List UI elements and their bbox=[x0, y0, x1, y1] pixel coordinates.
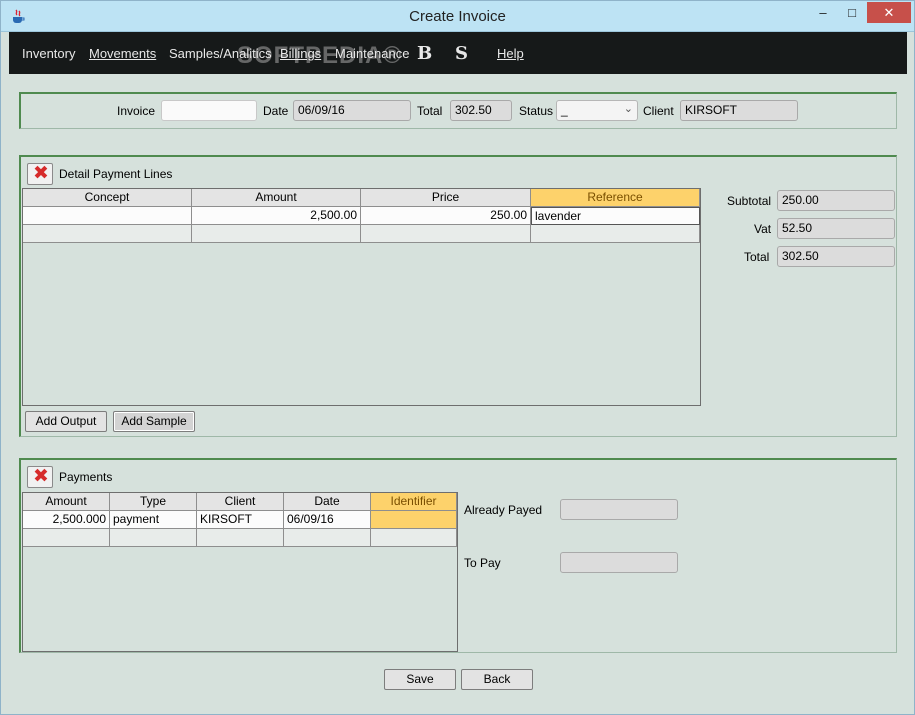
title-bar[interactable]: Create Invoice – □ ✕ bbox=[1, 1, 914, 32]
date-field[interactable]: 06/09/16 bbox=[293, 100, 411, 121]
s-icon[interactable]: S bbox=[455, 43, 468, 64]
vat-label: Vat bbox=[754, 222, 772, 236]
detail-payment-lines-panel: ✖ Detail Payment Lines Concept Amount Pr… bbox=[19, 155, 897, 437]
b-icon[interactable]: B bbox=[417, 43, 432, 64]
add-sample-button[interactable]: Add Sample bbox=[113, 411, 195, 432]
payments-panel-title: Payments bbox=[59, 470, 113, 484]
menu-bar: SOFTPEDIA® Inventory Movements Samples/A… bbox=[9, 32, 907, 74]
status-label: Status bbox=[519, 104, 554, 118]
invoice-input[interactable] bbox=[161, 100, 257, 121]
vat-field[interactable]: 52.50 bbox=[777, 218, 895, 239]
client-field[interactable]: KIRSOFT bbox=[680, 100, 798, 121]
detail-lines-table[interactable]: Concept Amount Price Reference 2,500.00 … bbox=[22, 188, 701, 406]
table-cell[interactable]: 2,500.000 bbox=[23, 511, 110, 529]
payments-panel: ✖ Payments Amount Type Client Date Ident… bbox=[19, 458, 897, 653]
table-cell[interactable]: 06/09/16 bbox=[284, 511, 371, 529]
col-client[interactable]: Client bbox=[197, 493, 284, 511]
table-cell[interactable] bbox=[371, 511, 457, 529]
close-button[interactable]: ✕ bbox=[867, 2, 911, 23]
menu-maintenance[interactable]: Maintenance bbox=[335, 46, 409, 61]
invoice-label: Invoice bbox=[117, 104, 156, 118]
col-price[interactable]: Price bbox=[361, 189, 531, 207]
delete-line-button[interactable]: ✖ bbox=[27, 163, 53, 185]
table-cell[interactable]: 250.00 bbox=[361, 207, 531, 225]
delete-x-icon: ✖ bbox=[33, 466, 49, 487]
total-field[interactable]: 302.50 bbox=[450, 100, 512, 121]
table-cell[interactable] bbox=[110, 529, 197, 547]
menu-inventory[interactable]: Inventory bbox=[22, 46, 75, 61]
table-cell[interactable]: payment bbox=[110, 511, 197, 529]
to-pay-label: To Pay bbox=[464, 556, 501, 570]
col-amount[interactable]: Amount bbox=[192, 189, 361, 207]
menu-help[interactable]: Help bbox=[497, 46, 524, 61]
table-cell[interactable] bbox=[23, 529, 110, 547]
chevron-down-icon: ⌄ bbox=[623, 103, 633, 115]
save-button[interactable]: Save bbox=[384, 669, 456, 690]
date-label: Date bbox=[263, 104, 289, 118]
invoice-header-panel: Invoice Date 06/09/16 Total 302.50 Statu… bbox=[19, 92, 897, 129]
table-cell[interactable]: KIRSOFT bbox=[197, 511, 284, 529]
col-concept[interactable]: Concept bbox=[23, 189, 192, 207]
col-identifier[interactable]: Identifier bbox=[371, 493, 457, 511]
detail-total-label: Total bbox=[744, 250, 770, 264]
payments-table[interactable]: Amount Type Client Date Identifier 2,500… bbox=[22, 492, 458, 652]
window-title: Create Invoice bbox=[409, 8, 506, 25]
reference-cell-editing[interactable]: lavender bbox=[531, 207, 700, 225]
already-payed-field[interactable] bbox=[560, 499, 678, 520]
table-cell[interactable] bbox=[371, 529, 457, 547]
table-cell[interactable] bbox=[361, 225, 531, 243]
detail-panel-title: Detail Payment Lines bbox=[59, 167, 173, 181]
table-cell[interactable]: 2,500.00 bbox=[192, 207, 361, 225]
table-cell[interactable] bbox=[23, 207, 192, 225]
menu-billings[interactable]: Billings bbox=[280, 46, 321, 61]
table-cell[interactable] bbox=[531, 225, 700, 243]
status-value: _ bbox=[561, 103, 568, 117]
menu-movements[interactable]: Movements bbox=[89, 46, 156, 61]
status-select[interactable]: _ ⌄ bbox=[556, 100, 638, 121]
maximize-button[interactable]: □ bbox=[839, 2, 865, 23]
col-amount[interactable]: Amount bbox=[23, 493, 110, 511]
table-cell[interactable] bbox=[192, 225, 361, 243]
detail-total-field[interactable]: 302.50 bbox=[777, 246, 895, 267]
add-output-button[interactable]: Add Output bbox=[25, 411, 107, 432]
table-cell[interactable] bbox=[23, 225, 192, 243]
delete-x-icon: ✖ bbox=[33, 163, 49, 184]
col-reference[interactable]: Reference bbox=[531, 189, 700, 207]
total-label: Total bbox=[417, 104, 443, 118]
already-payed-label: Already Payed bbox=[464, 503, 543, 517]
create-invoice-window: Create Invoice – □ ✕ SOFTPEDIA® Inventor… bbox=[0, 0, 915, 715]
table-cell[interactable] bbox=[197, 529, 284, 547]
col-date[interactable]: Date bbox=[284, 493, 371, 511]
menu-samples-analitics[interactable]: Samples/Analitics bbox=[169, 46, 272, 61]
to-pay-field[interactable] bbox=[560, 552, 678, 573]
col-type[interactable]: Type bbox=[110, 493, 197, 511]
table-cell[interactable] bbox=[284, 529, 371, 547]
subtotal-label: Subtotal bbox=[727, 194, 772, 208]
client-label: Client bbox=[643, 104, 674, 118]
delete-payment-button[interactable]: ✖ bbox=[27, 466, 53, 488]
back-button[interactable]: Back bbox=[461, 669, 533, 690]
subtotal-field[interactable]: 250.00 bbox=[777, 190, 895, 211]
minimize-button[interactable]: – bbox=[809, 2, 837, 23]
